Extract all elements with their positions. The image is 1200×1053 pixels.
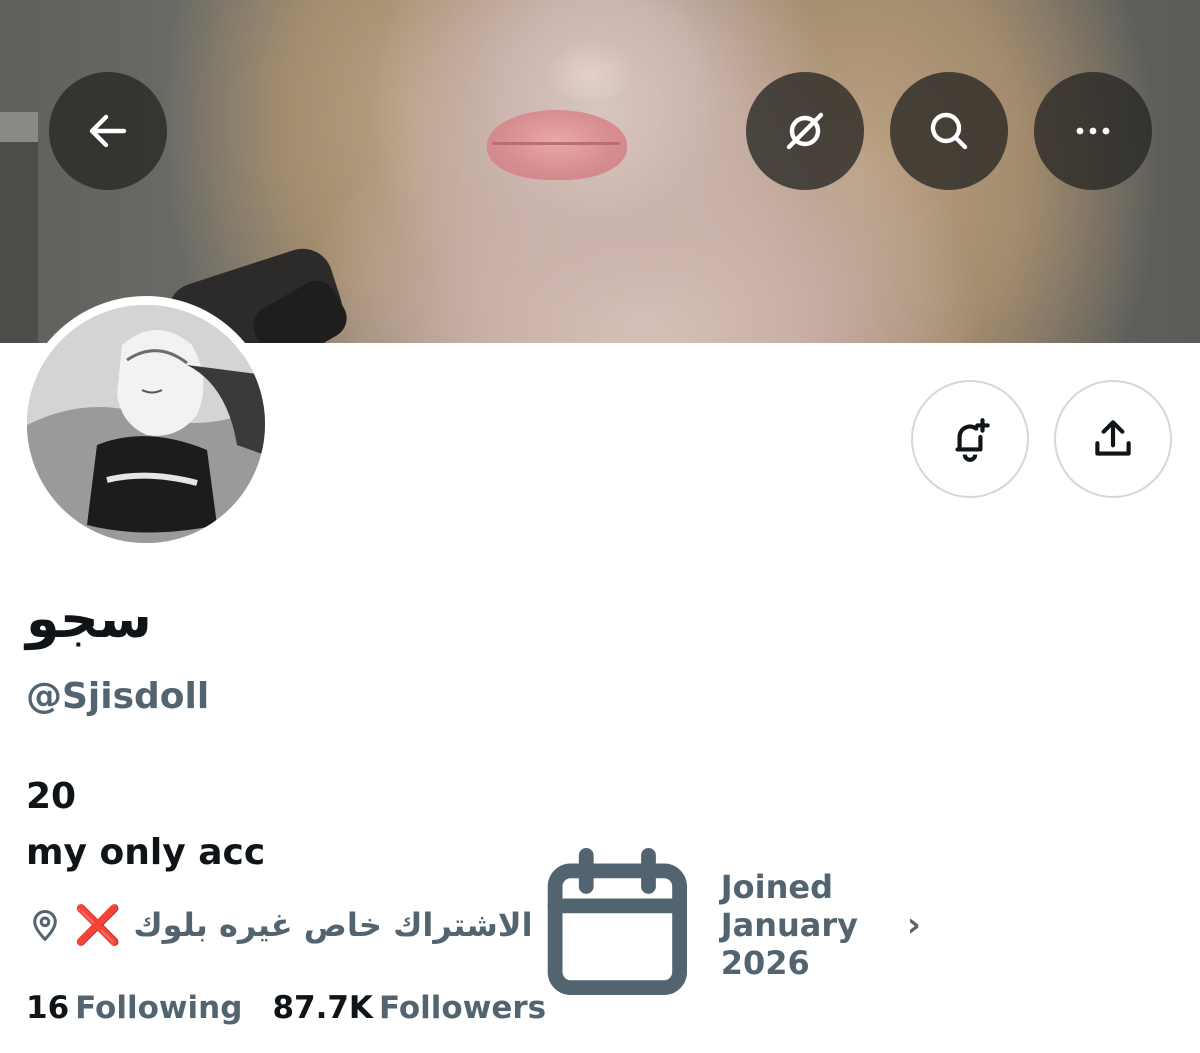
chevron-right-icon: ›	[906, 905, 921, 945]
banner-background-shelf	[0, 112, 38, 343]
banner-lips	[487, 110, 627, 180]
profile-avatar-frame	[18, 296, 274, 552]
display-name: سجو	[26, 587, 152, 650]
followers-stat[interactable]: 87.7K Followers	[272, 990, 546, 1026]
grok-button[interactable]	[746, 72, 864, 190]
bio-line-age: 20	[26, 776, 77, 817]
avatar-illustration	[27, 305, 265, 543]
back-button[interactable]	[49, 72, 167, 190]
joined-date-text: Joined January 2026	[720, 868, 859, 982]
followers-label: Followers	[378, 990, 547, 1026]
notify-button[interactable]	[911, 380, 1029, 498]
more-button[interactable]	[1034, 72, 1152, 190]
arrow-left-icon	[89, 114, 127, 148]
location-row: ❌ الاشتراك خاص غيره بلوك	[26, 900, 533, 950]
grok-slash-icon	[786, 112, 824, 150]
profile-banner[interactable]	[0, 0, 1200, 343]
share-upload-icon	[1095, 420, 1131, 456]
bell-plus-icon	[955, 418, 990, 462]
cross-mark-emoji: ❌	[74, 902, 122, 947]
following-stat[interactable]: 16 Following	[26, 990, 242, 1026]
banner-face-highlight	[545, 40, 635, 100]
follow-stats: 16 Following 87.7K Followers	[26, 990, 546, 1026]
share-button[interactable]	[1054, 380, 1172, 498]
search-icon	[930, 112, 968, 150]
profile-handle: @Sjisdoll	[26, 676, 210, 717]
joined-date-row[interactable]: Joined January 2026 ›	[524, 847, 921, 995]
location-text: الاشتراك خاص غيره بلوك	[133, 906, 533, 944]
banner-lip-line	[492, 142, 620, 145]
avatar[interactable]	[27, 305, 265, 543]
followers-count: 87.7K	[272, 990, 373, 1026]
more-horizontal-icon	[1076, 127, 1110, 135]
bio-line-text: my only acc	[26, 832, 266, 873]
location-pin-icon	[33, 910, 57, 942]
search-button[interactable]	[890, 72, 1008, 190]
following-count: 16	[26, 990, 70, 1026]
calendar-icon	[547, 847, 687, 995]
banner-background-shelf-top	[0, 112, 38, 142]
following-label: Following	[75, 990, 243, 1026]
